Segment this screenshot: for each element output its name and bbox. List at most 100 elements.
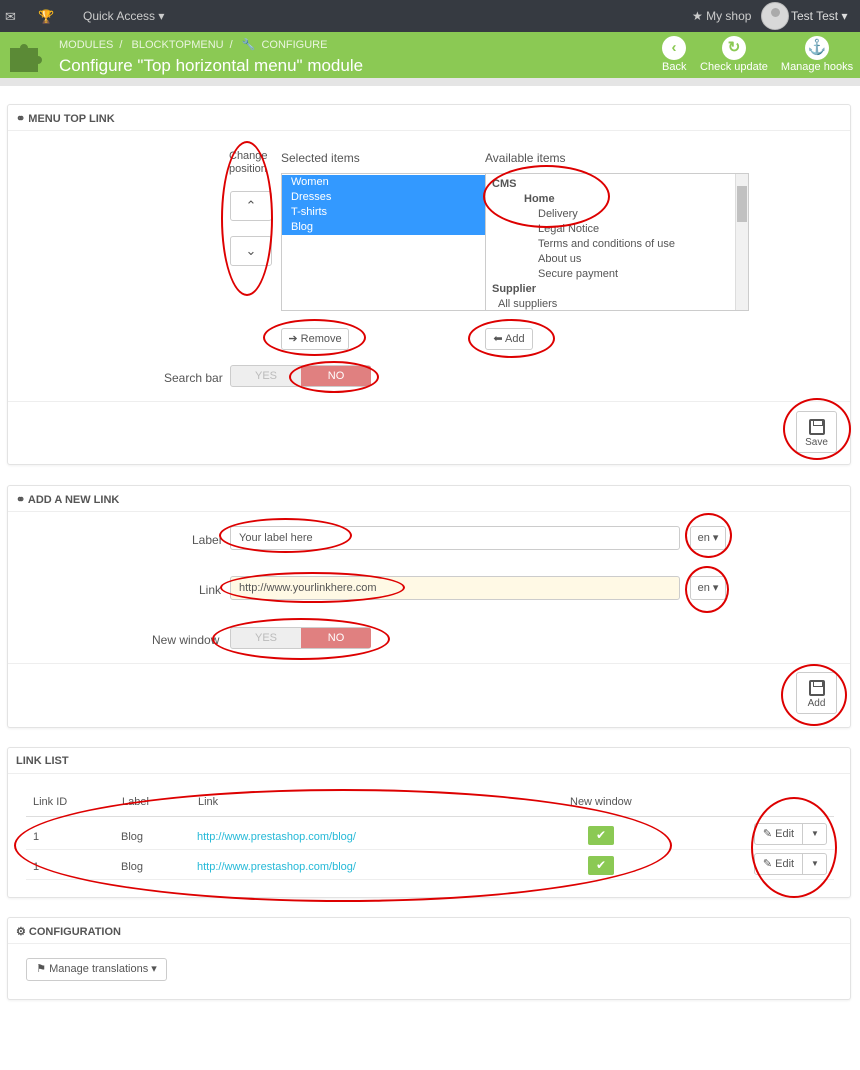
- add-item-button[interactable]: ⬅ Add: [485, 328, 533, 350]
- col-new-window: New window: [570, 796, 632, 808]
- add-link-button[interactable]: Add: [796, 672, 837, 714]
- anchor-icon: ⚓: [805, 36, 829, 60]
- label-lang-dropdown[interactable]: en ▾: [690, 526, 726, 550]
- add-new-link-panel: ⚭ ADD A NEW LINK Label Your label here e…: [7, 485, 851, 728]
- panel-heading: LINK LIST: [8, 748, 850, 774]
- available-item[interactable]: All suppliers: [486, 297, 748, 310]
- manage-translations-button[interactable]: ⚑ Manage translations ▾: [26, 958, 167, 981]
- quick-access-menu[interactable]: Quick Access ▾: [83, 9, 164, 23]
- puzzle-icon: [10, 44, 42, 72]
- cell-link[interactable]: http://www.prestashop.com/blog/: [197, 831, 356, 843]
- check-update-label: Check update: [700, 61, 768, 73]
- toggle-yes[interactable]: YES: [231, 366, 301, 386]
- panel-title: CONFIGURATION: [28, 926, 121, 938]
- envelope-icon[interactable]: ✉: [5, 9, 16, 25]
- available-item[interactable]: Home: [486, 192, 748, 207]
- caret-down-icon[interactable]: ▼: [803, 824, 827, 844]
- available-item[interactable]: Terms and conditions of use: [486, 237, 748, 252]
- back-button[interactable]: ‹ Back: [662, 36, 686, 73]
- scrollbar[interactable]: [735, 174, 748, 310]
- selected-item[interactable]: Blog: [282, 220, 485, 235]
- edit-button-group[interactable]: ✎ Edit ▼: [754, 823, 827, 845]
- remove-button[interactable]: ➔ Remove: [281, 328, 349, 350]
- label-input[interactable]: Your label here: [230, 526, 680, 550]
- user-menu[interactable]: Test Test ▾: [791, 9, 848, 23]
- toggle-no[interactable]: NO: [301, 366, 371, 386]
- lang-label: en: [697, 532, 710, 544]
- table-row: [26, 850, 834, 880]
- breadcrumb: MODULES / BLOCKTOPMENU / 🔧 CONFIGURE: [59, 39, 328, 51]
- available-item[interactable]: Delivery: [486, 207, 748, 222]
- cell-link[interactable]: http://www.prestashop.com/blog/: [197, 861, 356, 873]
- move-down-button[interactable]: ⌄: [230, 236, 272, 266]
- search-bar-toggle[interactable]: YES NO: [230, 365, 371, 387]
- edit-label: Edit: [775, 858, 795, 870]
- selected-items-list[interactable]: Women Dresses T-shirts Blog: [281, 173, 486, 311]
- crumb-configure: CONFIGURE: [261, 39, 328, 51]
- chevron-down-icon: ⌄: [245, 243, 257, 258]
- toggle-yes[interactable]: YES: [231, 628, 301, 648]
- my-shop-label: My shop: [706, 9, 752, 23]
- manage-hooks-button[interactable]: ⚓ Manage hooks: [780, 36, 854, 73]
- new-window-toggle[interactable]: YES NO: [230, 627, 371, 649]
- arrow-right-icon: ➔: [288, 333, 301, 345]
- move-up-button[interactable]: ⌃: [230, 191, 272, 221]
- save-button[interactable]: Save: [796, 411, 837, 453]
- panel-heading: ⚭ MENU TOP LINK: [8, 105, 850, 131]
- available-item[interactable]: About us: [486, 252, 748, 267]
- link-lang-dropdown[interactable]: en ▾: [690, 576, 726, 600]
- check-icon[interactable]: ✔: [588, 856, 614, 875]
- back-arrow-icon: ‹: [662, 36, 686, 60]
- pencil-icon: ✎: [762, 858, 773, 870]
- link-input[interactable]: http://www.yourlinkhere.com: [230, 576, 680, 600]
- manage-translations-label: Manage translations: [49, 963, 149, 975]
- cell-label: Blog: [121, 861, 144, 873]
- panel-heading: ⚙ CONFIGURATION: [8, 918, 850, 944]
- col-link-id: Link ID: [33, 796, 68, 808]
- edit-button[interactable]: ✎ Edit: [755, 824, 803, 844]
- table-divider: [26, 816, 834, 817]
- change-position-label: Change position: [229, 150, 268, 175]
- manage-hooks-label: Manage hooks: [780, 61, 854, 73]
- floppy-icon: [808, 680, 825, 696]
- avatar[interactable]: [761, 2, 789, 30]
- configuration-panel: ⚙ CONFIGURATION ⚑ Manage translations ▾: [7, 917, 851, 1000]
- my-shop-link[interactable]: ★ My shop: [692, 9, 751, 23]
- top-bar: ✉ 🏆 Quick Access ▾ ★ My shop Test Test ▾: [0, 0, 860, 32]
- header-shadow: [0, 78, 860, 86]
- edit-button-group[interactable]: ✎ Edit ▼: [754, 853, 827, 875]
- available-item[interactable]: CMS: [486, 177, 748, 192]
- floppy-icon: [808, 419, 825, 435]
- edit-button[interactable]: ✎ Edit: [755, 854, 803, 874]
- available-items-label: Available items: [485, 151, 566, 165]
- cell-link-id: 1: [33, 831, 40, 843]
- back-label: Back: [662, 61, 687, 73]
- available-item[interactable]: Secure payment: [486, 267, 748, 282]
- caret-down-icon[interactable]: ▼: [803, 854, 827, 874]
- page-header: MODULES / BLOCKTOPMENU / 🔧 CONFIGURE Config…: [0, 32, 860, 78]
- flag-icon: ⚑: [36, 963, 50, 975]
- trophy-icon[interactable]: 🏆: [38, 9, 54, 25]
- link-list-panel: LINK LIST Link ID Label Link New window …: [7, 747, 851, 898]
- selected-item[interactable]: T-shirts: [282, 205, 485, 220]
- toggle-no[interactable]: NO: [301, 628, 371, 648]
- panel-title: MENU TOP LINK: [28, 113, 115, 125]
- chevron-up-icon: ⌃: [245, 198, 257, 213]
- cell-link-id: 1: [33, 861, 40, 873]
- save-label: Save: [805, 437, 828, 448]
- check-update-button[interactable]: ↻ Check update: [700, 36, 768, 73]
- crumb-modules[interactable]: MODULES: [59, 39, 113, 51]
- new-window-label: New window: [152, 633, 220, 647]
- menu-top-link-panel: ⚭ MENU TOP LINK Change position ⌃ ⌄ Sele…: [7, 104, 851, 465]
- available-item[interactable]: Supplier: [486, 282, 748, 297]
- arrow-left-icon: ⬅: [493, 333, 506, 345]
- available-item[interactable]: Legal Notice: [486, 222, 748, 237]
- selected-item[interactable]: Dresses: [282, 190, 485, 205]
- link-icon: ⚭: [16, 113, 29, 125]
- check-icon[interactable]: ✔: [588, 826, 614, 845]
- crumb-blocktopmenu[interactable]: BLOCKTOPMENU: [132, 39, 224, 51]
- selected-item[interactable]: Women: [282, 175, 485, 190]
- available-items-list[interactable]: CMS Home Delivery Legal Notice Terms and con…: [485, 173, 749, 311]
- panel-footer: [8, 401, 850, 402]
- lang-label: en: [697, 582, 710, 594]
